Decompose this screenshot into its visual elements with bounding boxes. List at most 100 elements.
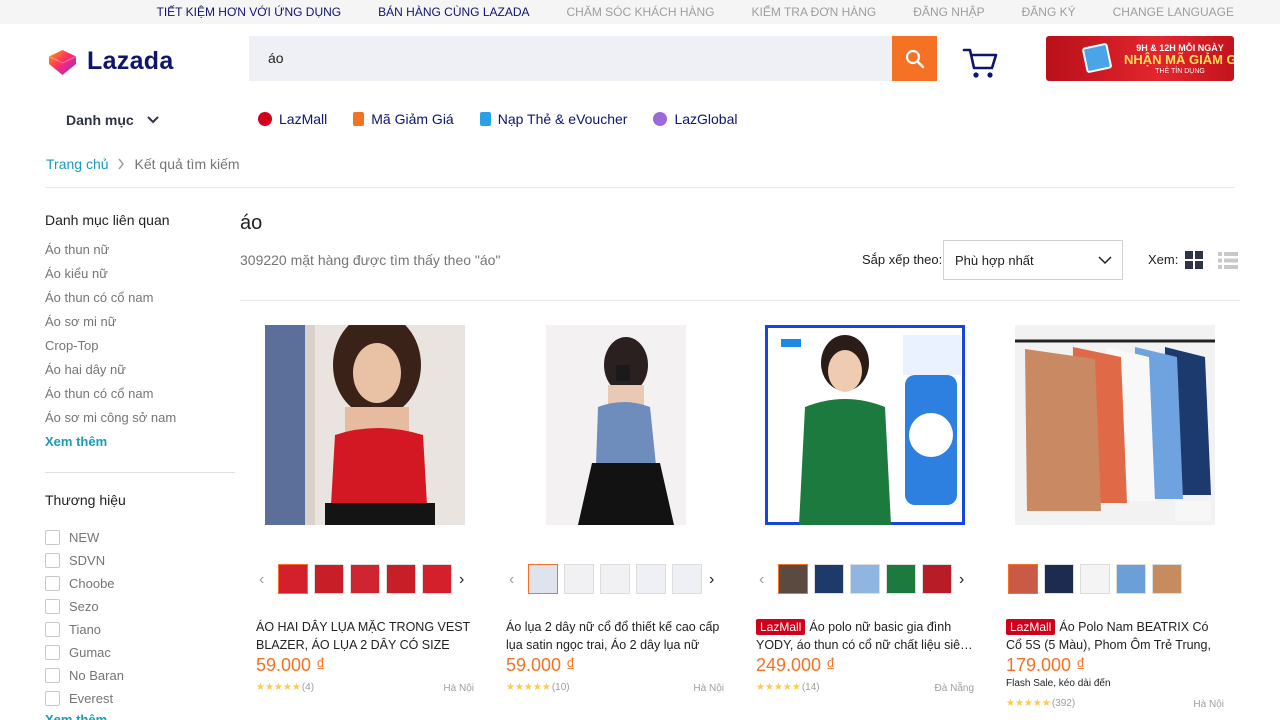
cart-icon[interactable] (962, 46, 998, 80)
category-menu[interactable]: Danh mục (66, 112, 160, 128)
related-category-item[interactable]: Crop-Top (45, 337, 176, 361)
product-title[interactable]: LazMall Áo polo nữ basic gia đình YODY, á… (756, 618, 976, 654)
color-thumb[interactable] (636, 564, 666, 594)
nav-lazmall[interactable]: LazMall (258, 111, 327, 127)
brand-filter-list: NEW SDVN Choobe Sezo Tiano Gumac No Bara… (45, 526, 124, 710)
brand-filter-item[interactable]: Gumac (45, 641, 124, 664)
thumb-next-icon[interactable]: › (959, 571, 964, 589)
color-thumb[interactable] (778, 564, 808, 594)
nav-topup[interactable]: Nạp Thẻ & eVoucher (479, 111, 628, 127)
color-thumb[interactable] (1080, 564, 1110, 594)
search-input[interactable]: áo (268, 50, 284, 66)
brand-filter-item[interactable]: SDVN (45, 549, 124, 572)
top-link-login[interactable]: Đăng nhập (913, 5, 984, 19)
search-bar[interactable]: áo (249, 36, 937, 81)
view-label: Xem: (1148, 252, 1179, 267)
thumb-prev-icon[interactable]: ‹ (259, 571, 264, 589)
related-category-item[interactable]: Áo sơ mi nữ (45, 313, 176, 337)
breadcrumb-home[interactable]: Trang chủ (46, 156, 109, 172)
product-card[interactable]: ‹ › Áo lụa 2 dây nữ cổ đổ thiết kế cao c… (506, 325, 726, 720)
nav-lazmall-label: LazMall (279, 111, 328, 127)
color-thumb[interactable] (672, 564, 702, 594)
list-view-icon[interactable] (1218, 252, 1238, 269)
nav-lazglobal[interactable]: LazGlobal (653, 111, 737, 127)
brand-filter-item[interactable]: NEW (45, 526, 124, 549)
color-thumb[interactable] (814, 564, 844, 594)
brand-filter-item[interactable]: No Baran (45, 664, 124, 687)
color-thumbnails: ‹ › (256, 564, 476, 596)
lazada-logo[interactable]: Lazada (46, 47, 174, 76)
brand-filter-item[interactable]: Choobe (45, 572, 124, 595)
divider (46, 187, 1234, 188)
brand-filter-item[interactable]: Tiano (45, 618, 124, 641)
brand-checkbox[interactable] (45, 668, 60, 683)
brand-checkbox[interactable] (45, 576, 60, 591)
related-category-item[interactable]: Áo thun có cổ nam (45, 289, 176, 313)
brand-filter-item[interactable]: Everest (45, 687, 124, 710)
color-thumb[interactable] (1044, 564, 1074, 594)
top-link-sell[interactable]: Bán hàng cùng Lazada (378, 5, 529, 19)
promo-banner[interactable]: 9H & 12H MỖI NGÀY NHẬN MÃ GIẢM GIÁ THẺ T… (1046, 36, 1234, 81)
color-thumb[interactable] (850, 564, 880, 594)
chevron-down-icon (146, 116, 159, 124)
search-button[interactable] (892, 36, 937, 81)
color-thumb[interactable] (1116, 564, 1146, 594)
product-title[interactable]: LazMall Áo Polo Nam BEATRIX Có Cổ 5S (5 M… (1006, 618, 1226, 654)
related-categories-title: Danh mục liên quan (45, 212, 170, 228)
thumb-prev-icon[interactable]: ‹ (759, 571, 764, 589)
top-link-language[interactable]: Change language (1113, 5, 1234, 19)
lazmall-icon (258, 112, 272, 126)
color-thumb[interactable] (528, 564, 558, 594)
brand-checkbox[interactable] (45, 599, 60, 614)
top-link-customer-care[interactable]: Chăm sóc khách hàng (567, 5, 715, 19)
color-thumb[interactable] (886, 564, 916, 594)
product-card[interactable]: ‹ › LazMall Áo polo nữ basic gia đình YOD… (756, 325, 976, 720)
related-see-more-link[interactable]: Xem thêm (45, 434, 107, 449)
thumb-prev-icon[interactable]: ‹ (509, 571, 514, 589)
brand-filter-item[interactable]: Sezo (45, 595, 124, 618)
brand-checkbox[interactable] (45, 691, 60, 706)
related-category-item[interactable]: Áo thun có cổ nam (45, 385, 176, 409)
color-thumb[interactable] (922, 564, 952, 594)
product-image[interactable] (1015, 325, 1215, 525)
sort-select[interactable]: Phù hợp nhất (943, 240, 1123, 280)
product-image[interactable] (765, 325, 965, 525)
flash-sale-note: Flash Sale, kéo dài đến (1006, 678, 1111, 689)
color-thumb[interactable] (314, 564, 344, 594)
color-thumb[interactable] (350, 564, 380, 594)
product-card[interactable]: LazMall Áo Polo Nam BEATRIX Có Cổ 5S (5 M… (1006, 325, 1226, 720)
related-category-item[interactable]: Áo thun nữ (45, 241, 176, 265)
brand-checkbox[interactable] (45, 553, 60, 568)
top-link-signup[interactable]: Đăng ký (1022, 5, 1076, 19)
brand-see-more-link[interactable]: Xem thêm (45, 712, 107, 720)
product-card[interactable]: ‹ › ÁO HAI DÂY LỤA MẶC TRONG VEST BLAZER… (256, 325, 476, 720)
brand-checkbox[interactable] (45, 645, 60, 660)
brand-checkbox[interactable] (45, 530, 60, 545)
color-thumb[interactable] (1152, 564, 1182, 594)
color-thumb[interactable] (422, 564, 452, 594)
product-image[interactable] (546, 325, 686, 525)
color-thumb[interactable] (600, 564, 630, 594)
thumb-next-icon[interactable]: › (709, 571, 714, 589)
brand-label: Sezo (69, 599, 99, 614)
related-category-item[interactable]: Áo sơ mi công sở nam (45, 409, 176, 433)
product-title[interactable]: ÁO HAI DÂY LỤA MẶC TRONG VEST BLAZER, ÁO… (256, 618, 476, 654)
color-thumb[interactable] (386, 564, 416, 594)
top-link-track-order[interactable]: Kiểm tra đơn hàng (752, 5, 877, 19)
color-thumb[interactable] (564, 564, 594, 594)
nav-voucher[interactable]: Mã Giảm Giá (353, 111, 454, 127)
nav-topup-label: Nạp Thẻ & eVoucher (497, 111, 628, 127)
brand-label: Gumac (69, 645, 111, 660)
color-thumb[interactable] (1008, 564, 1038, 594)
color-thumb[interactable] (278, 564, 308, 594)
product-image[interactable] (265, 325, 465, 525)
related-category-item[interactable]: Áo kiểu nữ (45, 265, 176, 289)
thumb-next-icon[interactable]: › (459, 571, 464, 589)
related-category-item[interactable]: Áo hai dây nữ (45, 361, 176, 385)
grid-view-icon[interactable] (1185, 251, 1203, 269)
star-rating-icon: ★★★★★ (506, 682, 551, 693)
product-title[interactable]: Áo lụa 2 dây nữ cổ đổ thiết kế cao cấp l… (506, 618, 726, 654)
brand-checkbox[interactable] (45, 622, 60, 637)
sort-label: Sắp xếp theo: (862, 252, 943, 267)
top-link-app[interactable]: Tiết kiệm hơn với ứng dụng (157, 5, 342, 19)
